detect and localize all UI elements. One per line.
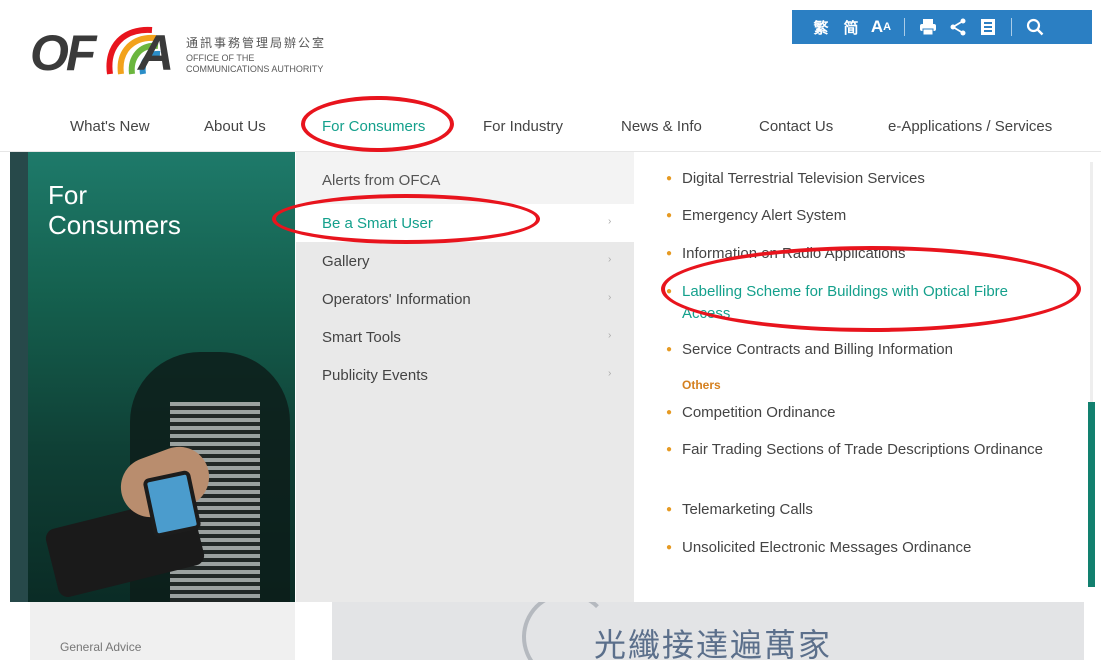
link-label: Telemarketing Calls [682, 501, 813, 518]
sitemap-button[interactable] [973, 10, 1003, 44]
print-button[interactable] [913, 10, 943, 44]
submenu-item-label: Operators' Information [322, 290, 471, 308]
bullet-icon: ● [666, 210, 673, 221]
site-header: OF A 通訊事務管理局辦公室 OFFICE OF THE COMMUNICAT… [0, 0, 1101, 100]
link-label: Competition Ordinance [682, 404, 836, 421]
link-service-contracts-billing[interactable]: ● Service Contracts and Billing Informati… [666, 339, 1052, 361]
section-title: For Consumers [48, 180, 181, 240]
chevron-right-icon: › [608, 216, 612, 227]
side-menu-peek: General Advice [30, 602, 295, 660]
share-icon [950, 18, 966, 36]
bullet-icon: ● [666, 248, 673, 259]
submenu-item-publicity-events[interactable]: Publicity Events › [296, 356, 634, 394]
main-navigation: What's New About Us For Consumers For In… [0, 100, 1101, 152]
chevron-right-icon: › [608, 368, 612, 379]
link-emergency-alert-system[interactable]: ● Emergency Alert System [666, 205, 1052, 227]
submenu-item-operators-information[interactable]: Operators' Information › [296, 280, 634, 318]
link-digital-terrestrial-tv[interactable]: ● Digital Terrestrial Television Services [666, 168, 1052, 190]
submenu-level3: ● Digital Terrestrial Television Services… [634, 152, 1101, 602]
logo-english-line2: COMMUNICATIONS AUTHORITY [186, 64, 324, 74]
page-content-peek: General Advice 光纖接達遍萬家 [0, 602, 1101, 660]
logo-mark: OF [30, 25, 96, 81]
submenu-item-smart-tools[interactable]: Smart Tools › [296, 318, 634, 356]
traditional-chinese-button[interactable]: 繁 [806, 10, 836, 44]
ofca-logo[interactable]: OF A 通訊事務管理局辦公室 OFFICE OF THE COMMUNICAT… [30, 22, 390, 86]
general-advice-link[interactable]: General Advice [60, 640, 141, 654]
link-label: Unsolicited Electronic Messages Ordinanc… [682, 539, 972, 556]
section-title-line1: For [48, 180, 87, 210]
link-competition-ordinance[interactable]: ● Competition Ordinance [666, 402, 1052, 424]
nav-whats-new[interactable]: What's New [70, 118, 150, 135]
nav-news-info[interactable]: News & Info [621, 118, 702, 135]
toolbar-divider [1011, 18, 1012, 36]
bullet-icon: ● [666, 344, 673, 355]
link-telemarketing-calls[interactable]: ● Telemarketing Calls [666, 499, 1052, 521]
search-button[interactable] [1020, 10, 1050, 44]
submenu-item-label: Gallery [322, 252, 370, 270]
logo-subtitle: 通訊事務管理局辦公室 OFFICE OF THE COMMUNICATIONS … [186, 36, 326, 75]
logo-mark-a: A [138, 25, 175, 81]
bullet-icon: ● [666, 542, 673, 553]
mega-menu: For Consumers Alerts from OFCA Be a Smar… [0, 152, 1101, 602]
link-fair-trading-sections[interactable]: ● Fair Trading Sections of Trade Descript… [666, 439, 1052, 461]
link-label: Digital Terrestrial Television Services [682, 170, 925, 187]
sitemap-icon [981, 19, 995, 35]
submenu-item-label: Publicity Events [322, 366, 428, 384]
menu-scrollbar-thumb[interactable] [1088, 402, 1095, 587]
nav-contact-us[interactable]: Contact Us [759, 118, 833, 135]
logo-chinese-name: 通訊事務管理局辦公室 [186, 36, 327, 50]
utility-toolbar: 繁 简 AA [792, 10, 1092, 44]
annotation-circle-labelling-scheme [661, 246, 1081, 332]
fibre-banner[interactable]: 光纖接達遍萬家 [332, 602, 1084, 660]
annotation-circle-for-consumers [301, 96, 454, 152]
section-hero-image: For Consumers [10, 152, 295, 602]
link-label: Fair Trading Sections of Trade Descripti… [682, 441, 1044, 458]
simplified-chinese-button[interactable]: 简 [836, 10, 866, 44]
font-size-icon: A [870, 17, 884, 36]
nav-e-applications[interactable]: e-Applications / Services [888, 118, 1052, 135]
bullet-icon: ● [666, 173, 673, 184]
toolbar-divider [904, 18, 905, 36]
section-title-line2: Consumers [48, 210, 181, 240]
others-heading: Others [682, 378, 721, 392]
font-size-button[interactable]: AA [866, 10, 896, 44]
chevron-right-icon: › [608, 254, 612, 265]
bullet-icon: ● [666, 407, 673, 418]
bullet-icon: ● [666, 504, 673, 515]
search-icon [1026, 18, 1044, 36]
chevron-right-icon: › [608, 330, 612, 341]
link-label: Service Contracts and Billing Informatio… [682, 341, 953, 358]
banner-title: 光纖接達遍萬家 [594, 626, 833, 660]
print-icon [920, 19, 936, 36]
link-unsolicited-electronic-messages[interactable]: ● Unsolicited Electronic Messages Ordinan… [666, 537, 1052, 559]
link-label: Emergency Alert System [682, 207, 847, 224]
share-button[interactable] [943, 10, 973, 44]
nav-for-industry[interactable]: For Industry [483, 118, 563, 135]
chevron-right-icon: › [608, 292, 612, 303]
submenu-item-label: Smart Tools [322, 328, 401, 346]
logo-english-line1: OFFICE OF THE [186, 53, 255, 63]
annotation-circle-be-a-smart-user [272, 194, 540, 244]
bullet-icon: ● [666, 444, 673, 455]
nav-about-us[interactable]: About Us [204, 118, 266, 135]
submenu-item-gallery[interactable]: Gallery › [296, 242, 634, 280]
